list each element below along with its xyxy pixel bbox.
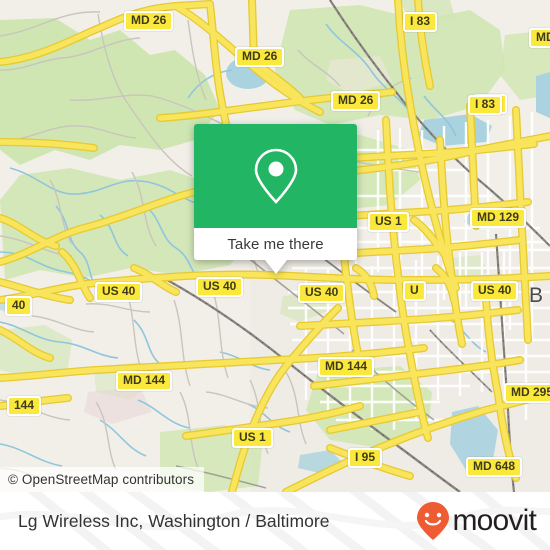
- road-shield: MD 295: [504, 383, 550, 403]
- road-shield: MD 129: [470, 208, 527, 228]
- moovit-pin-icon: [417, 502, 450, 540]
- road-shield: MD 26: [235, 47, 285, 67]
- road-shield: U: [403, 281, 426, 301]
- road-shield: US 40: [471, 281, 519, 301]
- road-shield: MD 26: [331, 91, 381, 111]
- moovit-logo: moovit: [416, 501, 537, 541]
- take-me-there-label: Take me there: [227, 235, 324, 253]
- moovit-map-screen: B MD 26MD 26I 83MD 26I 83MD 1I 83US 1MD …: [0, 0, 550, 550]
- place-title: Lg Wireless Inc, Washington / Baltimore: [18, 510, 330, 531]
- road-shield: MD 1: [529, 28, 550, 48]
- road-shield: I 83: [403, 12, 438, 32]
- road-shield: I 95: [348, 448, 383, 468]
- road-shield: MD 26: [124, 11, 174, 31]
- road-shield: 40: [5, 296, 33, 316]
- road-shield: US 1: [368, 212, 409, 232]
- road-shield: MD 144: [318, 357, 375, 377]
- popup-header: [194, 124, 357, 228]
- bottom-bar: Lg Wireless Inc, Washington / Baltimore …: [0, 492, 550, 550]
- city-label: B: [529, 284, 543, 307]
- road-shield: US 1: [232, 428, 273, 448]
- take-me-there-popup[interactable]: Take me there: [194, 124, 357, 274]
- road-shield: US 40: [95, 282, 143, 302]
- moovit-wordmark: moovit: [452, 504, 536, 537]
- map-pin-outline-icon: [254, 148, 297, 204]
- popup-footer[interactable]: Take me there: [194, 228, 357, 274]
- osm-attribution[interactable]: © OpenStreetMap contributors: [0, 467, 205, 492]
- road-shield: US 40: [298, 283, 346, 303]
- road-shield: I 83: [468, 95, 503, 115]
- road-shield: US 40: [196, 277, 244, 297]
- road-shield: MD 648: [466, 457, 523, 477]
- road-shield: MD 144: [116, 371, 173, 391]
- popup-pointer-tail: [264, 260, 287, 274]
- road-shield: 144: [7, 396, 42, 416]
